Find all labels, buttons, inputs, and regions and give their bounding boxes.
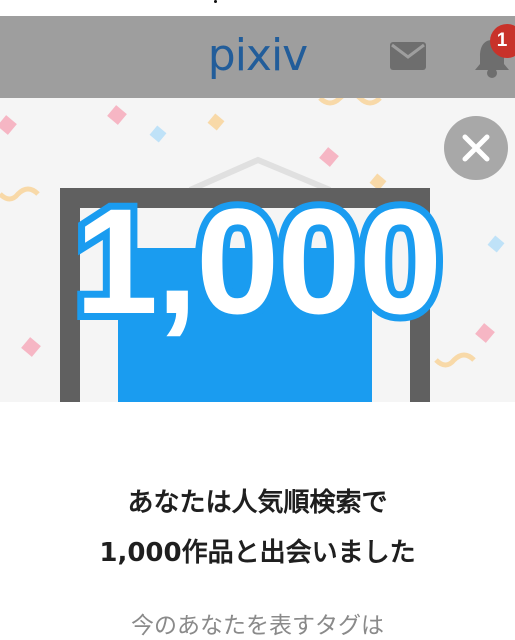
achievement-headline: あなたは人気順検索で 1,000作品と出会いました [0,478,515,578]
modal-body: あなたは人気順検索で 1,000作品と出会いました 今のあなたを表すタグは [0,402,515,639]
status-indicator [214,0,217,3]
achievement-banner: 1,000 [0,98,515,402]
close-button[interactable] [444,116,508,180]
mail-icon[interactable] [389,41,427,71]
status-bar [0,0,515,16]
app-header: pixiv 1 [0,16,515,98]
headline-line-1: あなたは人気順検索で [127,488,388,518]
pixiv-logo[interactable]: pixiv [0,30,515,81]
tag-intro-text: 今のあなたを表すタグは [131,613,384,639]
close-icon [462,134,490,162]
headline-line-2: 1,000作品と出会いました [99,538,416,568]
achievement-count: 1,000 [68,177,449,345]
